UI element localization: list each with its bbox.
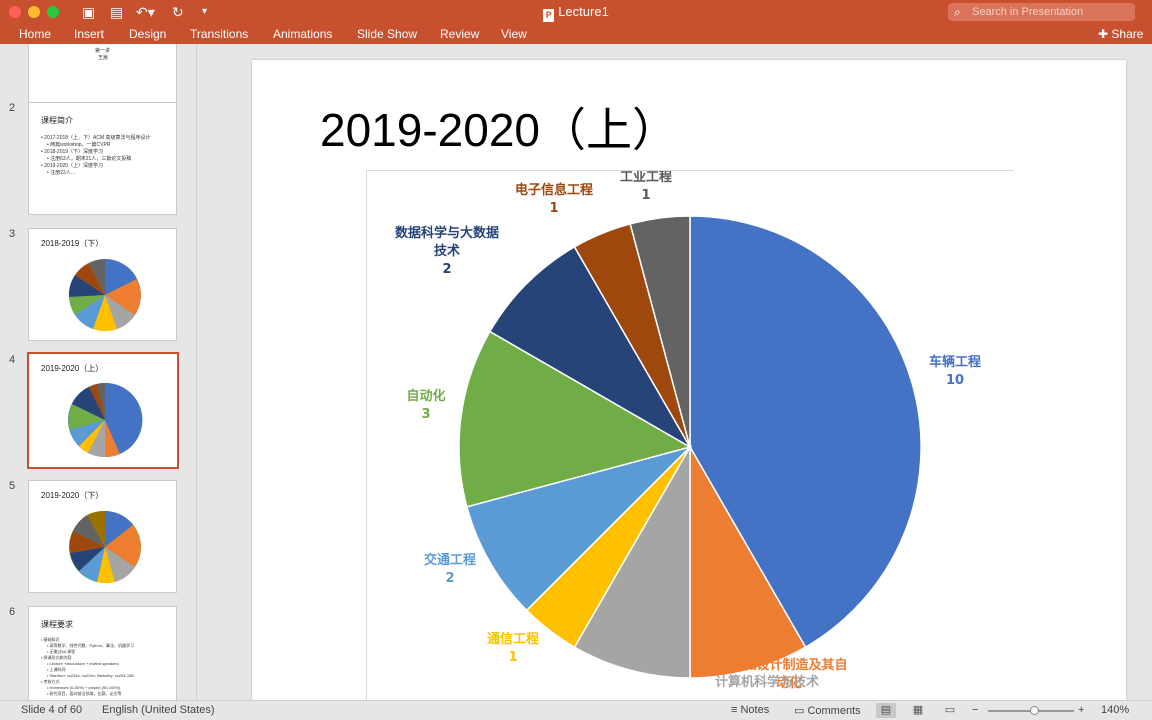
tab-review[interactable]: Review <box>440 26 479 42</box>
slide-thumbnail-3[interactable]: 2018-2019（下） <box>28 228 177 341</box>
status-bar: Slide 4 of 60 English (United States) ≡ … <box>0 700 1152 720</box>
tab-slide-show[interactable]: Slide Show <box>357 26 417 42</box>
tab-design[interactable]: Design <box>129 26 166 42</box>
thumb-pie-chart <box>68 259 141 332</box>
thumb-title: 课程简介 <box>41 116 73 125</box>
zoom-out-button[interactable]: − <box>972 704 978 716</box>
language-indicator[interactable]: English (United States) <box>102 704 215 716</box>
thumb-text: • 注册63人，期末21人，三篇论文投稿 <box>47 156 132 162</box>
thumb-text: • 研究项目，面向前沿领域，比赛，论文等 <box>47 691 122 696</box>
slide-thumbnail-2[interactable]: 课程简介 • 2017-2018（上、下）ACM 高级算法与程序设计 • 两篇w… <box>28 102 177 215</box>
thumb-text: • Stanford: cs231n, cs224n; Berkeley: cs… <box>47 673 134 678</box>
thumb-text: • 注册23人… <box>47 170 76 176</box>
thumb-text: • 2018-2019（下）深度学习 <box>41 149 104 155</box>
data-label-3[interactable]: 计算机科学与技术 <box>715 674 819 690</box>
data-label-8[interactable]: 电子信息工程 1 <box>515 182 593 216</box>
slide-thumbnail-4[interactable]: 2019-2020（上） <box>27 352 179 469</box>
share-label: Share <box>1111 27 1144 41</box>
slide-number: 5 <box>9 480 16 492</box>
comment-icon: ▭ <box>794 705 808 717</box>
search-input[interactable]: ⌕ Search in Presentation <box>948 3 1135 21</box>
data-label-6[interactable]: 自动化 3 <box>406 388 445 422</box>
reading-view-button[interactable]: ▭ <box>940 703 960 718</box>
data-label-1[interactable]: 车辆工程 10 <box>929 354 981 388</box>
slide-thumbnail-pane[interactable]: 第一讲 王嵩 2 课程简介 • 2017-2018（上、下）ACM 高级算法与程… <box>0 44 197 700</box>
slide-thumbnail-1[interactable]: 第一讲 王嵩 <box>28 44 177 109</box>
tab-animations[interactable]: Animations <box>273 26 332 42</box>
thumb-title: 课程要求 <box>41 620 73 629</box>
thumb-text: • Lecture +discussion + invited speakers <box>47 661 119 666</box>
search-icon: ⌕ <box>954 5 961 19</box>
normal-view-button[interactable]: ▤ <box>876 703 896 718</box>
thumb-pie-chart <box>68 382 143 458</box>
powerpoint-file-icon: P <box>543 9 555 22</box>
data-label-5[interactable]: 交通工程 2 <box>424 552 476 586</box>
thumb-pie-chart <box>69 510 141 584</box>
search-placeholder: Search in Presentation <box>972 6 1084 18</box>
current-slide[interactable]: 2019-2020（上） 车辆工程 10 机械设计制造及其自动化 计算机科学与技术 通信… <box>252 60 1126 700</box>
slide-editor-canvas[interactable]: 2019-2020（上） 车辆工程 10 机械设计制造及其自动化 计算机科学与技术 通信… <box>198 44 1152 700</box>
data-label-7[interactable]: 数据科学与大数据技术 2 <box>395 225 499 277</box>
document-title-text: Lecture1 <box>558 4 609 19</box>
pie-chart[interactable]: 车辆工程 10机械设计制造及其自动化计算机科学与技术通信工程 1交通工程 2自动化 3数… <box>367 171 1015 701</box>
share-button[interactable]: ✚ Share <box>1098 26 1143 42</box>
zoom-in-button[interactable]: + <box>1078 704 1084 716</box>
slide-indicator: Slide 4 of 60 <box>21 704 83 716</box>
thumb-title: 2019-2020（下） <box>41 491 104 500</box>
slide-number: 4 <box>9 354 16 366</box>
comments-label: Comments <box>807 705 861 717</box>
slide-sorter-view-button[interactable]: ▦ <box>908 703 928 718</box>
slide-thumbnail-6[interactable]: 课程要求 • 基础知识 • 高等数学、线性代数、Python、算法、机器学习 •… <box>28 606 177 700</box>
slide-number: 2 <box>9 102 16 114</box>
chart-frame[interactable]: 车辆工程 10 机械设计制造及其自动化 计算机科学与技术 通信工程 1 交通工程 2 自动化 3 数… <box>366 170 1014 700</box>
thumb-title: 2018-2019（下） <box>41 239 104 248</box>
notes-label: Notes <box>740 704 770 716</box>
zoom-level[interactable]: 140% <box>1101 704 1129 716</box>
data-label-4[interactable]: 通信工程 1 <box>487 631 539 665</box>
tab-transitions[interactable]: Transitions <box>190 26 248 42</box>
thumb-text: • 2017-2018（上、下）ACM 高级算法与程序设计 <box>41 135 151 141</box>
tab-view[interactable]: View <box>501 26 527 42</box>
slide-title[interactable]: 2019-2020（上） <box>320 94 678 160</box>
data-label-9[interactable]: 工业工程 1 <box>620 171 672 203</box>
title-bar: ▣ ▤ ↶▾ ↻ ▾ P Lecture1 ⌕ Search in Present… <box>0 0 1152 24</box>
zoom-slider-handle[interactable] <box>1030 706 1039 715</box>
thumb-text: 第一讲 <box>95 48 111 54</box>
notes-button[interactable]: ≡ Notes <box>731 704 769 716</box>
thumb-text: • 两篇workshop，一篇CVPR <box>47 142 111 148</box>
tab-home[interactable]: Home <box>19 26 51 42</box>
thumb-text: 王嵩 <box>98 55 109 61</box>
ribbon-tabs: Home Insert Design Transitions Animation… <box>0 24 1152 44</box>
slide-number: 6 <box>9 606 16 618</box>
thumb-title: 2019-2020（上） <box>41 364 104 373</box>
add-person-icon: ✚ <box>1098 27 1112 41</box>
thumb-text: • Homework (0-50%) + project (50-100%) <box>47 685 121 690</box>
slide-thumbnail-5[interactable]: 2019-2020（下） <box>28 480 177 593</box>
slide-number: 3 <box>9 228 16 240</box>
thumb-text: • 2019-2020（上）深度学习 <box>41 163 104 169</box>
tab-insert[interactable]: Insert <box>74 26 104 42</box>
comments-button[interactable]: ▭ Comments <box>794 704 861 717</box>
